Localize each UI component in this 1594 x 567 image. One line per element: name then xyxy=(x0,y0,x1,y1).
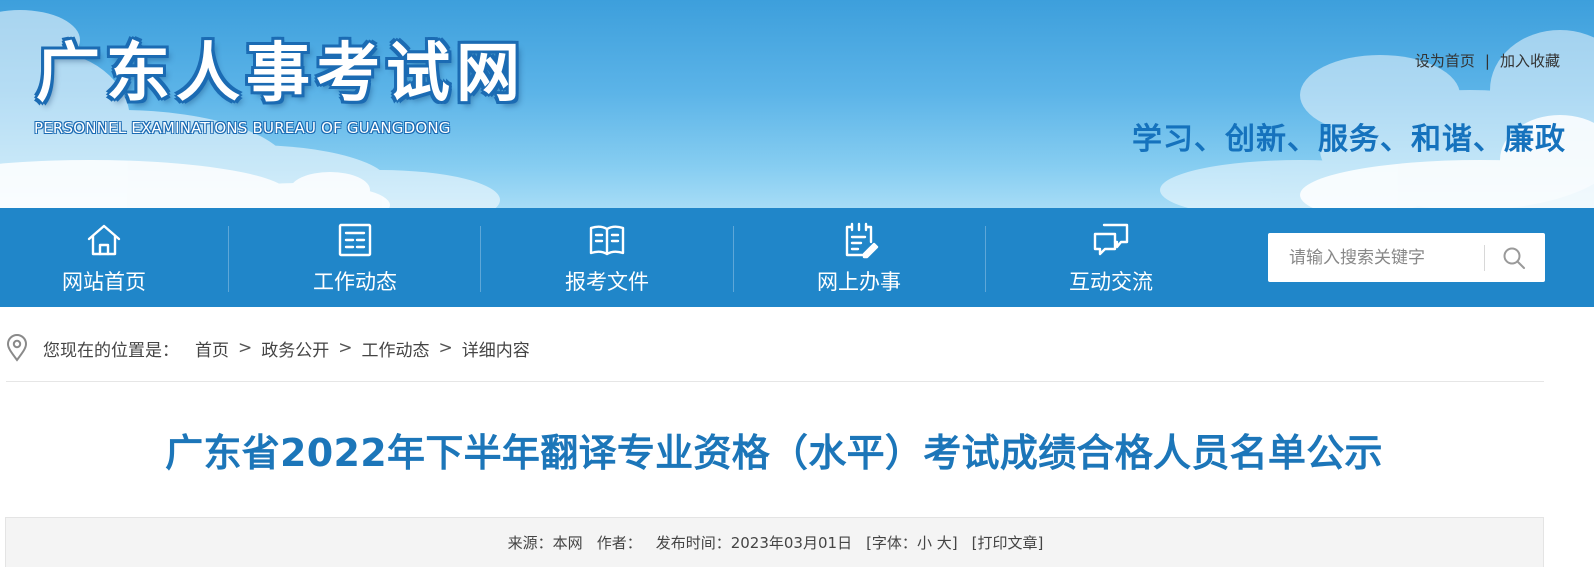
site-banner: 广东人事考试网 PERSONNEL EXAMINATIONS BUREAU OF… xyxy=(0,0,1594,208)
nav-label-exam-documents: 报考文件 xyxy=(565,270,649,294)
set-homepage-link[interactable]: 设为首页 xyxy=(1415,52,1475,70)
top-links-separator: | xyxy=(1484,52,1490,70)
breadcrumb-separator: > xyxy=(438,338,453,358)
nav-item-online-services[interactable]: 网上办事 xyxy=(733,208,985,307)
nav-label-home: 网站首页 xyxy=(62,270,146,294)
breadcrumb-divider xyxy=(6,381,1544,382)
breadcrumb-separator: > xyxy=(238,338,253,358)
breadcrumb-prefix: 您现在的位置是： xyxy=(43,340,179,361)
source-value: 本网 xyxy=(552,534,583,552)
nav-item-home[interactable]: 网站首页 xyxy=(0,208,230,307)
slogan: 学习、创新、服务、和谐、廉政 xyxy=(1132,122,1566,157)
author-label: 作者： xyxy=(596,534,642,552)
breadcrumb-home[interactable]: 首页 xyxy=(195,336,229,361)
breadcrumb-current: 详细内容 xyxy=(461,340,530,361)
location-pin-icon xyxy=(6,334,28,362)
breadcrumb-separator: > xyxy=(338,338,353,358)
nav-label-work-news: 工作动态 xyxy=(313,270,397,294)
site-title: 广东人事考试网 xyxy=(36,37,526,111)
search-box xyxy=(1268,233,1545,282)
article-meta: 来源：本网 作者： 发布时间：2023年03月01日 [字体：小 大] [打印文章] xyxy=(6,532,1545,553)
font-size-label: [字体： xyxy=(866,534,917,552)
print-article-link[interactable]: [打印文章] xyxy=(972,534,1044,552)
source-label: 来源： xyxy=(507,534,553,552)
nav-item-interaction[interactable]: 互动交流 xyxy=(985,208,1237,307)
top-links: 设为首页 | 加入收藏 xyxy=(1415,50,1560,71)
font-size-close: ] xyxy=(951,534,958,552)
news-icon xyxy=(338,223,372,257)
publish-label: 发布时间： xyxy=(655,534,731,552)
search-input[interactable] xyxy=(1268,234,1484,281)
font-small-link[interactable]: 小 xyxy=(917,534,932,552)
nav-item-exam-documents[interactable]: 报考文件 xyxy=(481,208,733,307)
home-icon xyxy=(87,224,121,256)
breadcrumb-work-news[interactable]: 工作动态 xyxy=(362,336,430,361)
book-icon xyxy=(589,225,625,256)
add-favorite-link[interactable]: 加入收藏 xyxy=(1500,52,1560,70)
nav-label-interaction: 互动交流 xyxy=(1069,270,1153,294)
search-button[interactable] xyxy=(1485,234,1543,281)
site-subtitle: PERSONNEL EXAMINATIONS BUREAU OF GUANGDO… xyxy=(34,119,451,137)
font-large-link[interactable]: 大 xyxy=(937,534,952,552)
breadcrumb: 您现在的位置是： 首页 > 政务公开 > 工作动态 > 详细内容 xyxy=(6,331,530,365)
breadcrumb-gov-affairs[interactable]: 政务公开 xyxy=(261,336,329,361)
article-title: 广东省2022年下半年翻译专业资格（水平）考试成绩合格人员名单公示 xyxy=(165,431,1383,475)
search-icon xyxy=(1503,247,1525,269)
chat-bubbles-icon xyxy=(1093,223,1129,256)
nav-item-work-news[interactable]: 工作动态 xyxy=(229,208,481,307)
publish-date: 2023年03月01日 xyxy=(730,534,853,552)
nav-label-online-services: 网上办事 xyxy=(817,270,901,294)
article-meta-bar: 来源：本网 作者： 发布时间：2023年03月01日 [字体：小 大] [打印文章] xyxy=(5,517,1544,567)
clipboard-edit-icon xyxy=(845,222,879,259)
